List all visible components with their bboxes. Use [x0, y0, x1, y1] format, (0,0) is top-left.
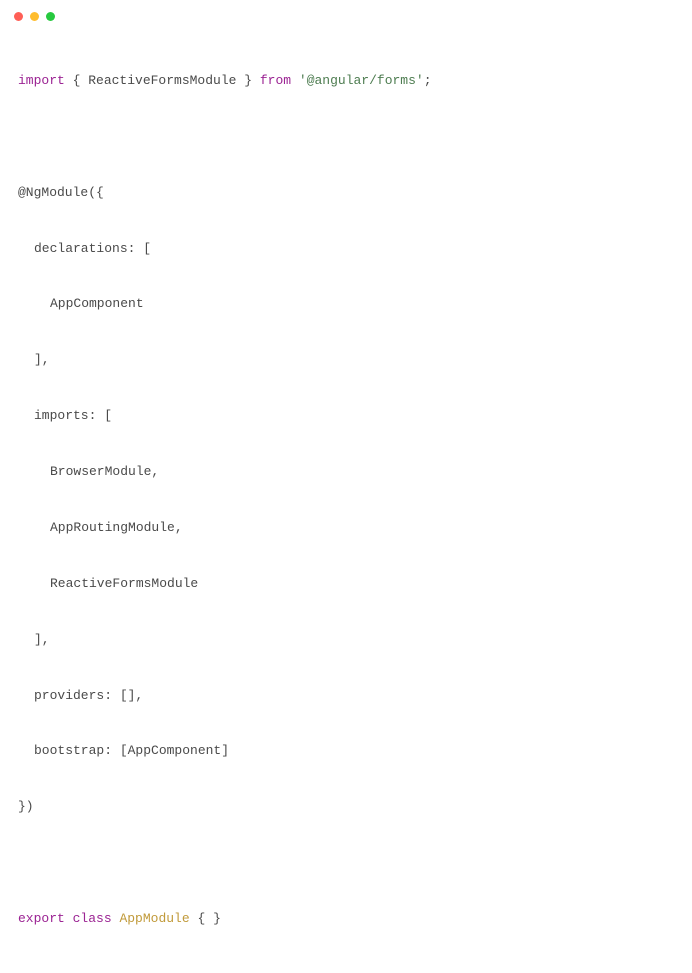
code-line: imports: [	[18, 402, 674, 430]
class-name: AppModule	[119, 911, 189, 926]
code-line: providers: [],	[18, 682, 674, 710]
keyword-import: import	[18, 73, 65, 88]
code-line: ],	[18, 626, 674, 654]
code-text: declarations: [	[34, 241, 151, 256]
code-line: BrowserModule,	[18, 458, 674, 486]
code-text: })	[18, 799, 34, 814]
code-text: ],	[34, 352, 50, 367]
code-text: ;	[424, 73, 432, 88]
code-line: })	[18, 793, 674, 821]
string-literal: '@angular/forms'	[299, 73, 424, 88]
blank-line	[18, 849, 674, 877]
keyword-class: class	[73, 911, 112, 926]
code-line: declarations: [	[18, 235, 674, 263]
code-line: AppComponent	[18, 290, 674, 318]
code-text: AppComponent	[50, 296, 144, 311]
close-dot-icon	[14, 12, 23, 21]
window-controls	[0, 0, 692, 27]
minimize-dot-icon	[30, 12, 39, 21]
code-text: providers: [],	[34, 688, 143, 703]
code-text	[65, 911, 73, 926]
code-line: AppRoutingModule,	[18, 514, 674, 542]
maximize-dot-icon	[46, 12, 55, 21]
code-text: bootstrap: [AppComponent]	[34, 743, 229, 758]
code-line: bootstrap: [AppComponent]	[18, 737, 674, 765]
code-text: BrowserModule,	[50, 464, 159, 479]
code-line: @NgModule({	[18, 179, 674, 207]
code-text	[291, 73, 299, 88]
code-text: { ReactiveFormsModule }	[65, 73, 260, 88]
code-text: imports: [	[34, 408, 112, 423]
code-text: { }	[190, 911, 221, 926]
keyword-from: from	[260, 73, 291, 88]
decorator: @NgModule({	[18, 185, 104, 200]
keyword-export: export	[18, 911, 65, 926]
code-line: ReactiveFormsModule	[18, 570, 674, 598]
code-text	[112, 911, 120, 926]
code-text: ReactiveFormsModule	[50, 576, 198, 591]
code-line: import { ReactiveFormsModule } from '@an…	[18, 67, 674, 95]
code-text: ],	[34, 632, 50, 647]
code-block: import { ReactiveFormsModule } from '@an…	[0, 27, 692, 973]
code-line: export class AppModule { }	[18, 905, 674, 933]
code-line: ],	[18, 346, 674, 374]
code-text: AppRoutingModule,	[50, 520, 183, 535]
blank-line	[18, 123, 674, 151]
